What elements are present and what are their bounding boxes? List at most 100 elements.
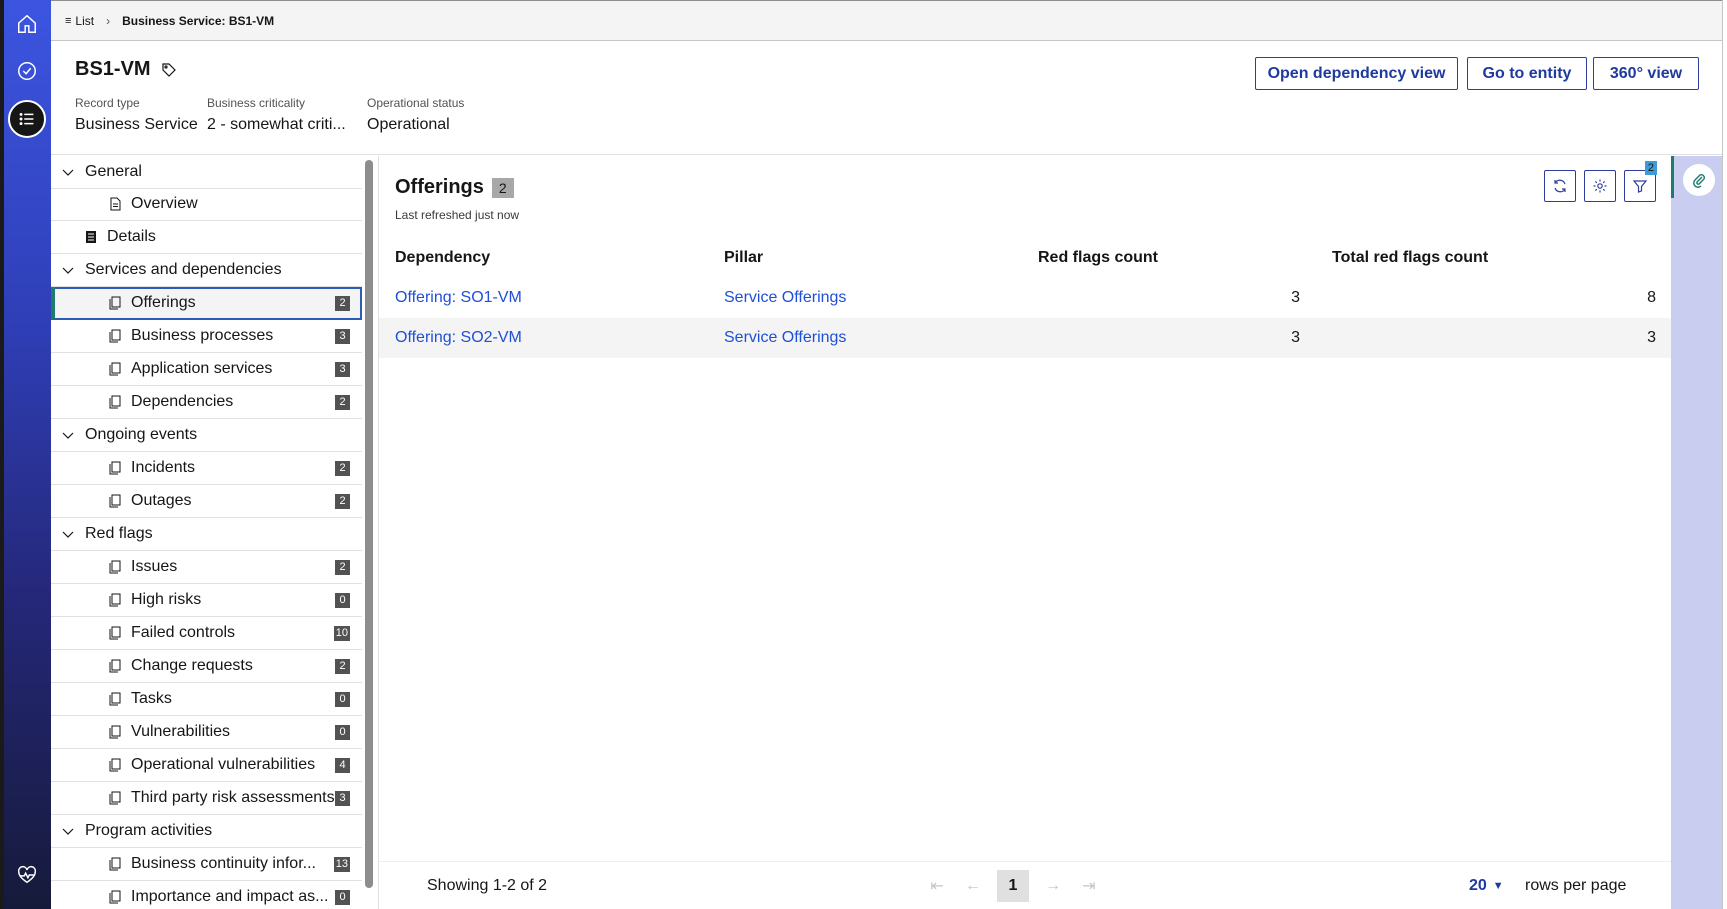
go-to-entity-button[interactable]: Go to entity <box>1467 57 1587 90</box>
tree-group-label: Program activities <box>85 822 213 839</box>
tree-item-importance-impact[interactable]: Importance and impact as... 0 <box>51 881 362 909</box>
copy-icon <box>109 758 121 772</box>
offerings-table: Dependency Pillar Red flags count Total … <box>379 238 1672 358</box>
tree-item-operational-vulnerabilities[interactable]: Operational vulnerabilities 4 <box>51 749 362 782</box>
column-header[interactable]: Red flags count <box>1022 238 1316 278</box>
copy-icon <box>109 560 121 574</box>
meta-label: Business criticality <box>207 96 306 110</box>
dependency-link[interactable]: Offering: SO1-VM <box>379 278 708 318</box>
next-page-icon[interactable]: → <box>1035 877 1071 895</box>
copy-icon <box>109 329 121 343</box>
home-button[interactable] <box>8 5 46 43</box>
tree-item-label: Business continuity infor... <box>131 855 316 872</box>
tree-item-incidents[interactable]: Incidents 2 <box>51 452 362 485</box>
count-badge: 2 <box>335 560 350 575</box>
tree-item-label: Application services <box>131 360 273 377</box>
health-button[interactable] <box>8 856 46 894</box>
count-badge: 3 <box>335 791 350 806</box>
count-badge: 13 <box>333 857 350 872</box>
meta-label: Operational status <box>367 96 465 110</box>
open-dependency-view-button[interactable]: Open dependency view <box>1255 57 1458 90</box>
caret-down-icon: ▼ <box>1492 879 1504 892</box>
tree-item-label: Offerings <box>131 294 196 311</box>
tree-item-label: Business processes <box>131 327 274 344</box>
column-header[interactable]: Pillar <box>708 238 1022 278</box>
tree-item-high-risks[interactable]: High risks 0 <box>51 584 362 617</box>
tree-item-outages[interactable]: Outages 2 <box>51 485 362 518</box>
tree-item-dependencies[interactable]: Dependencies 2 <box>51 386 362 419</box>
first-page-icon[interactable]: ⇤ <box>919 876 955 896</box>
document-icon <box>110 197 121 211</box>
meta-record-type: Record type Business Service <box>75 96 198 134</box>
tree-item-label: Issues <box>131 558 178 575</box>
rows-per-page-label: rows per page <box>1525 876 1627 894</box>
checkmark-circle-icon <box>18 62 36 80</box>
pillar-link[interactable]: Service Offerings <box>708 318 1022 358</box>
panel-title: Offerings 2 <box>395 176 514 199</box>
current-page[interactable]: 1 <box>997 869 1029 902</box>
count-badge: 3 <box>335 362 350 377</box>
list-button[interactable] <box>8 100 46 138</box>
tree-item-vulnerabilities[interactable]: Vulnerabilities 0 <box>51 716 362 749</box>
tree-item-issues[interactable]: Issues 2 <box>51 551 362 584</box>
tree-item-tasks[interactable]: Tasks 0 <box>51 683 362 716</box>
count-badge: 0 <box>335 890 350 905</box>
copy-icon <box>109 494 121 508</box>
count-badge: 2 <box>335 296 350 311</box>
tree-group-general[interactable]: General <box>51 156 362 189</box>
count-badge: 0 <box>335 593 350 608</box>
dependency-link[interactable]: Offering: SO2-VM <box>379 318 708 358</box>
tree-group-program-activities[interactable]: Program activities <box>51 815 362 848</box>
tree-item-third-party-risk[interactable]: Third party risk assessments 3 <box>51 782 362 815</box>
tree-item-offerings[interactable]: Offerings 2 <box>51 287 362 320</box>
breadcrumb-list-link[interactable]: ≡ List <box>65 14 94 28</box>
copy-icon <box>109 857 121 871</box>
refresh-button[interactable] <box>1544 170 1576 202</box>
offerings-panel: Offerings 2 Last refreshed just now 2 De… <box>378 156 1672 909</box>
pillar-link[interactable]: Service Offerings <box>708 278 1022 318</box>
tree-group-red-flags[interactable]: Red flags <box>51 518 362 551</box>
tasks-button[interactable] <box>8 52 46 90</box>
page-size-value: 20 <box>1469 876 1487 894</box>
count-badge: 4 <box>335 758 350 773</box>
copy-icon <box>109 659 121 673</box>
tree-group-services[interactable]: Services and dependencies <box>51 254 362 287</box>
copy-icon <box>109 461 121 475</box>
tree-scrollbar[interactable] <box>365 160 373 888</box>
tree-item-business-processes[interactable]: Business processes 3 <box>51 320 362 353</box>
chevron-down-icon <box>62 828 74 835</box>
filter-button[interactable]: 2 <box>1624 161 1657 202</box>
tree-group-label: Ongoing events <box>85 426 198 443</box>
tree-group-ongoing-events[interactable]: Ongoing events <box>51 419 362 452</box>
last-page-icon[interactable]: ⇥ <box>1071 876 1107 896</box>
tree-item-change-requests[interactable]: Change requests 2 <box>51 650 362 683</box>
copy-icon <box>109 296 121 310</box>
tree-item-business-continuity[interactable]: Business continuity infor... 13 <box>51 848 362 881</box>
copy-icon <box>109 626 121 640</box>
record-header: BS1-VM Record type Business Service Busi… <box>51 41 1727 155</box>
filter-count-badge: 2 <box>1644 161 1657 175</box>
right-rail-active-indicator <box>1671 156 1674 198</box>
red-flags-cell: 3 <box>1291 289 1300 306</box>
tree-item-overview[interactable]: Overview <box>51 188 362 221</box>
tree-item-application-services[interactable]: Application services 3 <box>51 353 362 386</box>
meta-value: 2 - somewhat criti... <box>207 116 346 133</box>
count-badge: 3 <box>335 329 350 344</box>
chevron-down-icon <box>62 169 74 176</box>
page-size-select[interactable]: 20 ▼ <box>1469 877 1504 895</box>
column-header[interactable]: Total red flags count <box>1316 238 1672 278</box>
tree-item-label: Details <box>107 228 156 245</box>
previous-page-icon[interactable]: ← <box>955 877 991 895</box>
tree-item-details[interactable]: Details <box>51 221 362 254</box>
tag-icon[interactable] <box>161 62 177 78</box>
list-icon <box>19 112 34 126</box>
meta-business-criticality: Business criticality 2 - somewhat criti.… <box>207 96 346 134</box>
window-edge <box>1722 0 1727 909</box>
settings-button[interactable] <box>1584 170 1616 202</box>
tree-item-failed-controls[interactable]: Failed controls 10 <box>51 617 362 650</box>
gear-icon <box>1593 179 1607 193</box>
attachments-button[interactable] <box>1683 164 1715 196</box>
column-header[interactable]: Dependency <box>379 238 708 278</box>
count-badge: 0 <box>335 692 350 707</box>
view-360-button[interactable]: 360° view <box>1593 57 1699 90</box>
